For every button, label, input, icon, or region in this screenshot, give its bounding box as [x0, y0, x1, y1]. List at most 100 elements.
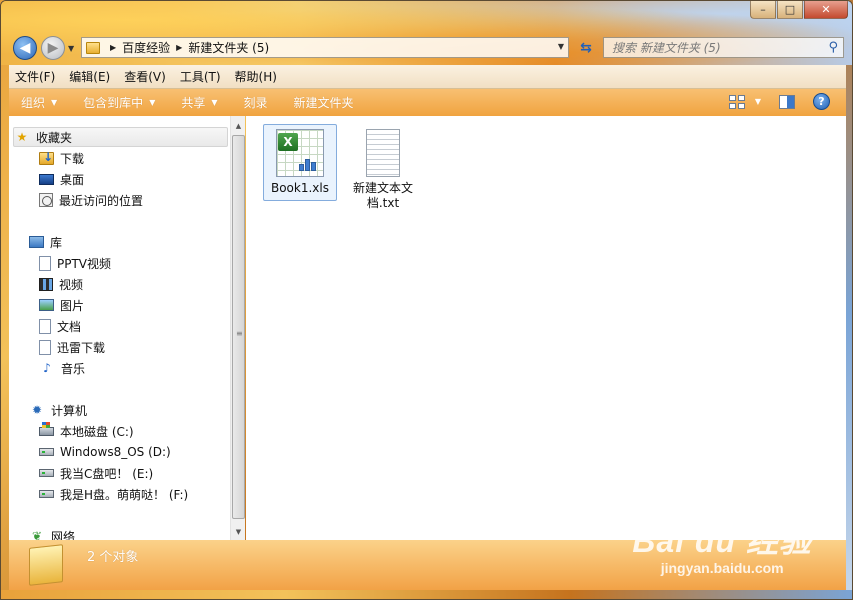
file-list-pane[interactable]: X Book1.xls 新建文本文档.txt [246, 116, 846, 540]
folder-icon [86, 41, 100, 54]
nav-libraries[interactable]: 库 [29, 232, 62, 252]
documents-library-icon [39, 318, 51, 334]
hard-drive-icon [39, 448, 54, 456]
music-note-icon: ♪ [43, 361, 51, 375]
maximize-button[interactable]: □ [777, 1, 803, 19]
file-name: 新建文本文档.txt [352, 181, 413, 210]
chevron-right-icon[interactable]: ▶ [110, 43, 116, 52]
nav-item-pictures[interactable]: 图片 [39, 295, 84, 315]
breadcrumb-item[interactable]: 百度经验 [122, 39, 170, 56]
scroll-thumb[interactable]: ≡ [232, 135, 245, 519]
nav-item-documents[interactable]: 文档 [39, 316, 81, 336]
menu-file[interactable]: 文件(F) [15, 68, 55, 85]
title-bar: – □ ✕ ◀ ▶ ▼ ▶ 百度经验 ▶ 新建文件夹 (5) ▼ ⇆ ⚲ [1, 1, 852, 65]
nav-computer[interactable]: ✹ 计算机 [29, 400, 87, 420]
network-icon: ❦ [31, 529, 43, 540]
nav-label: 库 [50, 235, 63, 250]
file-item-book1[interactable]: X Book1.xls [263, 124, 337, 201]
recent-places-icon [39, 193, 53, 207]
close-button[interactable]: ✕ [804, 1, 848, 19]
menu-view[interactable]: 查看(V) [124, 68, 166, 85]
search-box[interactable]: ⚲ [603, 37, 844, 58]
excel-x-badge: X [278, 133, 298, 151]
file-item-new-text-document[interactable]: 新建文本文档.txt [346, 125, 420, 215]
forward-arrow-icon: ▶ [47, 40, 59, 56]
menu-tools[interactable]: 工具(T) [180, 68, 221, 85]
search-input[interactable] [612, 40, 822, 55]
back-arrow-icon: ◀ [19, 40, 31, 56]
nav-item-drive-d[interactable]: Windows8_OS (D:) [39, 442, 171, 462]
minimize-button[interactable]: – [750, 1, 776, 19]
address-history-dropdown[interactable]: ▼ [558, 42, 564, 51]
back-button[interactable]: ◀ [13, 36, 37, 60]
navigation-scrollbar[interactable]: ▲ ≡ ▼ [230, 116, 245, 540]
nav-item-pptv-video[interactable]: PPTV视频 [39, 253, 111, 273]
view-options-dropdown[interactable]: ▼ [755, 97, 761, 106]
change-view-icon[interactable] [728, 94, 745, 109]
nav-label: 我当C盘吧！ (E:) [60, 466, 154, 481]
window-controls: – □ ✕ [749, 1, 848, 19]
nav-label: 计算机 [51, 403, 88, 418]
command-bar: 组织 ▼ 包含到库中 ▼ 共享 ▼ 刻录 新建文件夹 ▼ ? [9, 89, 846, 116]
organize-button[interactable]: 组织 ▼ [21, 94, 57, 111]
forward-button[interactable]: ▶ [41, 36, 65, 60]
nav-item-music[interactable]: ♪ 音乐 [39, 358, 85, 378]
include-library-label: 包含到库中 [83, 96, 144, 110]
video-library-icon [39, 277, 53, 291]
nav-item-downloads[interactable]: 下载 [39, 148, 84, 168]
search-icon[interactable]: ⚲ [828, 40, 838, 55]
nav-item-drive-e[interactable]: 我当C盘吧！ (E:) [39, 463, 153, 483]
nav-label: PPTV视频 [57, 256, 112, 271]
nav-favorites[interactable]: ★ 收藏夹 [13, 127, 228, 147]
preview-pane-icon[interactable] [779, 94, 795, 109]
menu-edit[interactable]: 编辑(E) [69, 68, 110, 85]
downloads-folder-icon [39, 150, 54, 165]
nav-network[interactable]: ❦ 网络 [29, 526, 75, 540]
help-icon[interactable]: ? [813, 93, 830, 110]
desktop-icon [39, 173, 54, 185]
nav-label: 桌面 [60, 172, 85, 187]
breadcrumb-item[interactable]: 新建文件夹 (5) [188, 39, 269, 56]
window-bottom-frame [1, 590, 852, 599]
nav-item-drive-c[interactable]: 本地磁盘 (C:) [39, 421, 134, 441]
nav-label: 文档 [57, 319, 82, 334]
refresh-button[interactable]: ⇆ [573, 37, 599, 58]
nav-label: Windows8_OS (D:) [60, 445, 171, 459]
item-count: 2 个对象 [87, 550, 139, 565]
system-drive-icon [39, 421, 54, 436]
menu-bar: 文件(F) 编辑(E) 查看(V) 工具(T) 帮助(H) [9, 65, 846, 89]
excel-icon: X [276, 129, 324, 177]
nav-label: 下载 [60, 151, 85, 166]
nav-label: 我是H盘。萌萌哒！ (F:) [60, 487, 189, 502]
nav-item-desktop[interactable]: 桌面 [39, 169, 84, 189]
nav-item-recent-places[interactable]: 最近访问的位置 [39, 190, 143, 210]
share-button[interactable]: 共享 ▼ [181, 94, 217, 111]
nav-label: 本地磁盘 (C:) [60, 424, 134, 439]
computer-icon: ✹ [31, 403, 43, 417]
new-folder-button[interactable]: 新建文件夹 [294, 94, 354, 111]
chevron-down-icon: ▼ [211, 98, 218, 107]
recent-pages-dropdown[interactable]: ▼ [68, 44, 74, 53]
nav-label: 收藏夹 [36, 130, 73, 145]
chevron-right-icon[interactable]: ▶ [176, 43, 182, 52]
nav-item-xunlei-downloads[interactable]: 迅雷下载 [39, 337, 105, 357]
chevron-down-icon: ▼ [51, 98, 58, 107]
menu-help[interactable]: 帮助(H) [235, 68, 277, 85]
include-in-library-button[interactable]: 包含到库中 ▼ [83, 94, 155, 111]
star-icon: ★ [16, 130, 28, 144]
address-bar[interactable]: ▶ 百度经验 ▶ 新建文件夹 (5) ▼ [81, 37, 569, 58]
details-pane: 2 个对象 [9, 540, 846, 590]
nav-label: 视频 [59, 277, 84, 292]
hard-drive-icon [39, 490, 54, 498]
hard-drive-icon [39, 469, 54, 477]
nav-item-videos[interactable]: 视频 [39, 274, 83, 294]
explorer-window: – □ ✕ ◀ ▶ ▼ ▶ 百度经验 ▶ 新建文件夹 (5) ▼ ⇆ ⚲ 文件(… [0, 0, 853, 600]
nav-item-drive-f[interactable]: 我是H盘。萌萌哒！ (F:) [39, 484, 188, 504]
scroll-down-arrow-icon[interactable]: ▼ [233, 526, 244, 537]
scroll-up-arrow-icon[interactable]: ▲ [233, 120, 244, 131]
file-name: Book1.xls [270, 181, 329, 195]
share-label: 共享 [181, 96, 206, 110]
burn-button[interactable]: 刻录 [244, 94, 268, 111]
libraries-icon [29, 236, 44, 248]
text-file-icon [366, 129, 400, 177]
